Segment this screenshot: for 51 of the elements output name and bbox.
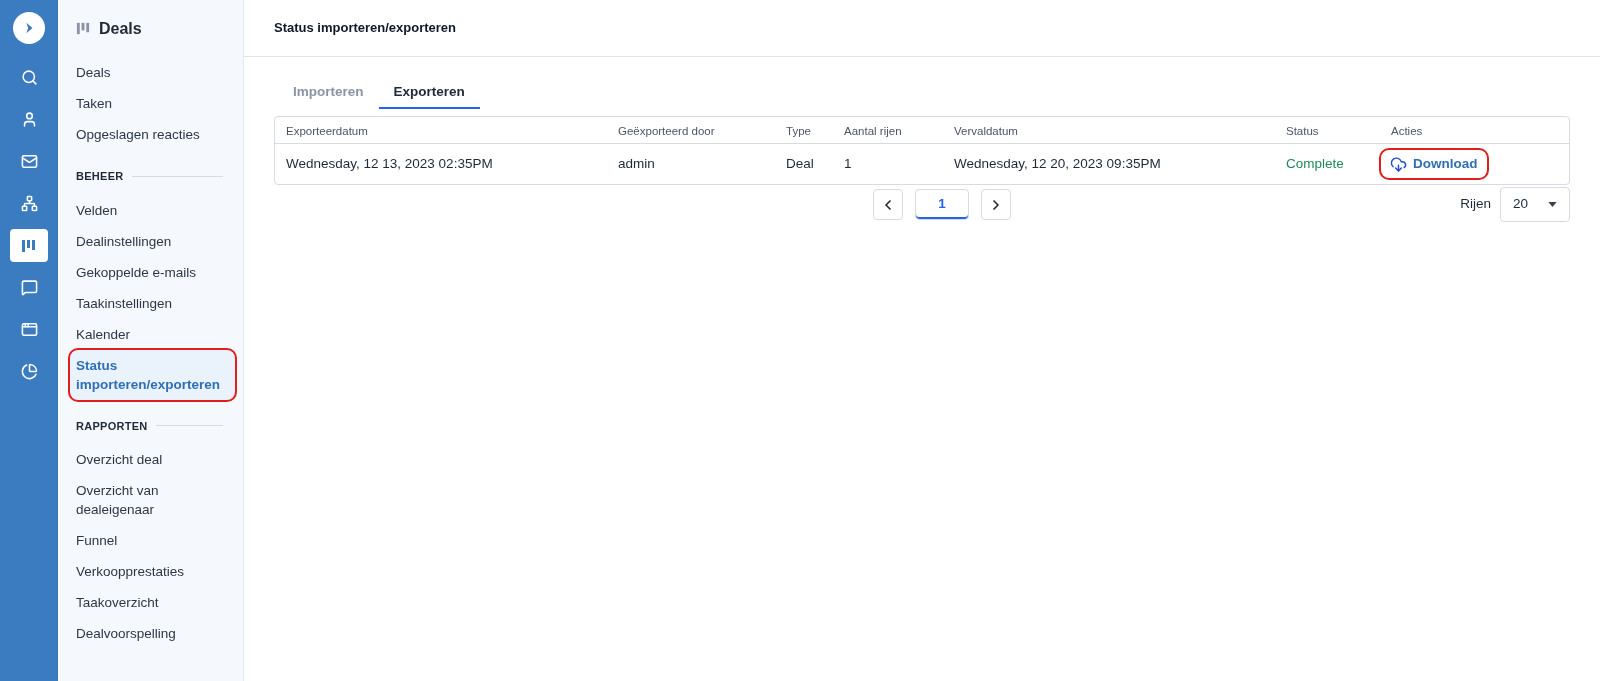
board-icon — [21, 237, 37, 254]
column-header: Vervaldatum — [954, 125, 1018, 137]
sidebar-item[interactable]: Taken — [70, 88, 235, 119]
sidebar-item[interactable]: Taakinstellingen — [70, 287, 235, 319]
status-text: Complete — [1286, 155, 1344, 171]
page-title: Status importeren/exporteren — [274, 19, 457, 38]
download-button[interactable]: Download — [1381, 149, 1487, 179]
previous-page-button[interactable] — [873, 189, 904, 220]
sidebar-item[interactable]: Dealvoorspelling — [70, 618, 235, 649]
sitemap-icon — [20, 195, 38, 212]
sidebar-item[interactable]: Taakoverzicht — [70, 587, 235, 618]
column-header: Aantal rijen — [844, 125, 902, 137]
caret-icon — [1548, 202, 1557, 207]
sidebar-item[interactable]: Overzicht deal — [70, 444, 235, 475]
board-nav-button[interactable] — [10, 229, 48, 262]
section-heading: BEHEER — [76, 169, 124, 184]
sidebar-item[interactable]: Status importeren/exporteren — [70, 349, 235, 400]
rows-per-page-dropdown[interactable]: 20 — [1500, 187, 1570, 222]
sidebar-title: Deals — [99, 18, 142, 39]
rows-label: Rijen — [1460, 195, 1491, 214]
board-icon — [76, 21, 91, 36]
sidebar-item[interactable]: Verkoopprestaties — [70, 556, 235, 587]
table-cell: Deal — [786, 155, 814, 171]
sidebar-item[interactable]: Deals — [70, 57, 235, 88]
next-page-button[interactable] — [981, 189, 1012, 220]
column-header: Status — [1286, 125, 1319, 137]
column-header: Exporteerdatum — [286, 125, 368, 137]
logo-icon[interactable] — [13, 12, 45, 44]
sidebar-item[interactable]: Dealinstellingen — [70, 225, 235, 257]
column-header: Geëxporteerd door — [618, 125, 715, 137]
search-icon — [20, 69, 38, 86]
table-cell: Wednesday, 12 13, 2023 02:35PM — [286, 155, 493, 171]
column-header: Type — [786, 125, 811, 137]
page-button[interactable]: 1 — [915, 189, 970, 220]
window-icon — [20, 321, 38, 338]
sidebar-item[interactable]: Overzicht van dealeigenaar — [70, 475, 235, 525]
column-header: Acties — [1391, 125, 1423, 137]
mail-icon — [20, 153, 38, 170]
sidebar-item[interactable]: Velden — [70, 194, 235, 226]
sidebar-item[interactable]: Opgeslagen reacties — [70, 119, 235, 150]
pie-icon — [20, 363, 38, 380]
table-cell: 1 — [844, 155, 852, 171]
section-heading: RAPPORTEN — [76, 418, 148, 434]
chat-icon — [20, 279, 38, 296]
sidebar-item[interactable]: Funnel — [70, 525, 235, 556]
table-cell: admin — [618, 155, 655, 171]
sidebar-item[interactable]: Kalender — [70, 318, 235, 350]
table-cell: Wednesday, 12 20, 2023 09:35PM — [954, 155, 1161, 171]
tab[interactable]: Exporteren — [378, 77, 480, 109]
cloud-download-icon — [1390, 155, 1407, 173]
sidebar-item[interactable]: Gekoppelde e-mails — [70, 256, 235, 288]
